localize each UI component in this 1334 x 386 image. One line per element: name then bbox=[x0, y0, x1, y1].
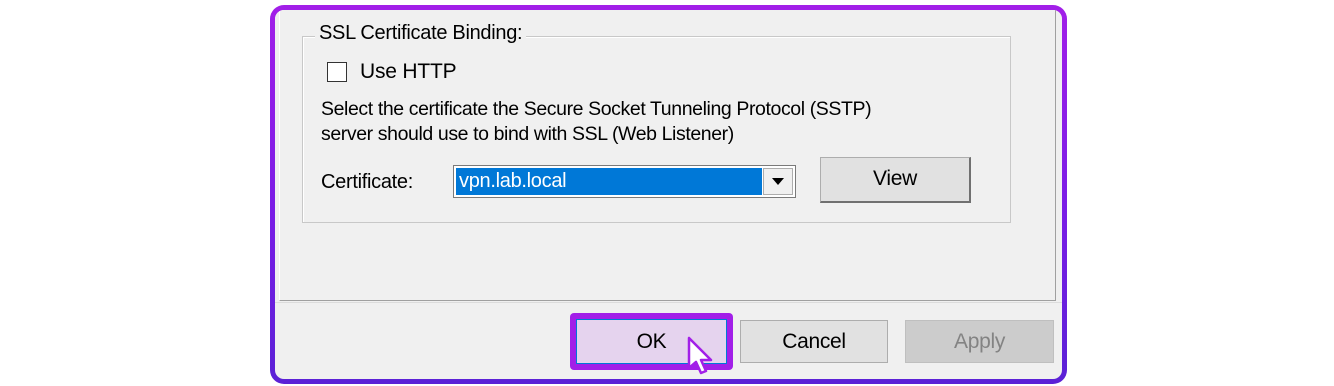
certificate-selected-value[interactable]: vpn.lab.local bbox=[456, 168, 762, 195]
certificate-label: Certificate: bbox=[321, 171, 413, 193]
chevron-down-icon bbox=[772, 178, 784, 185]
apply-button[interactable]: Apply bbox=[905, 320, 1054, 363]
certificate-dropdown-button[interactable] bbox=[763, 168, 793, 195]
properties-dialog: SSL Certificate Binding: Use HTTP Select… bbox=[275, 10, 1062, 379]
description-line-2: server should use to bind with SSL (Web … bbox=[321, 123, 734, 145]
cancel-button[interactable]: Cancel bbox=[740, 320, 888, 363]
mouse-pointer-icon bbox=[687, 336, 713, 375]
tab-content-panel: SSL Certificate Binding: Use HTTP Select… bbox=[275, 10, 1062, 303]
view-certificate-button[interactable]: View bbox=[820, 157, 971, 203]
use-http-label[interactable]: Use HTTP bbox=[360, 60, 457, 84]
groupbox-title: SSL Certificate Binding: bbox=[315, 22, 527, 45]
description-line-1: Select the certificate the Secure Socket… bbox=[321, 98, 872, 120]
certificate-description: Select the certificate the Secure Socket… bbox=[321, 97, 1011, 147]
use-http-checkbox[interactable] bbox=[327, 62, 347, 82]
certificate-select[interactable]: vpn.lab.local bbox=[453, 165, 796, 198]
highlight-frame: SSL Certificate Binding: Use HTTP Select… bbox=[270, 5, 1067, 384]
